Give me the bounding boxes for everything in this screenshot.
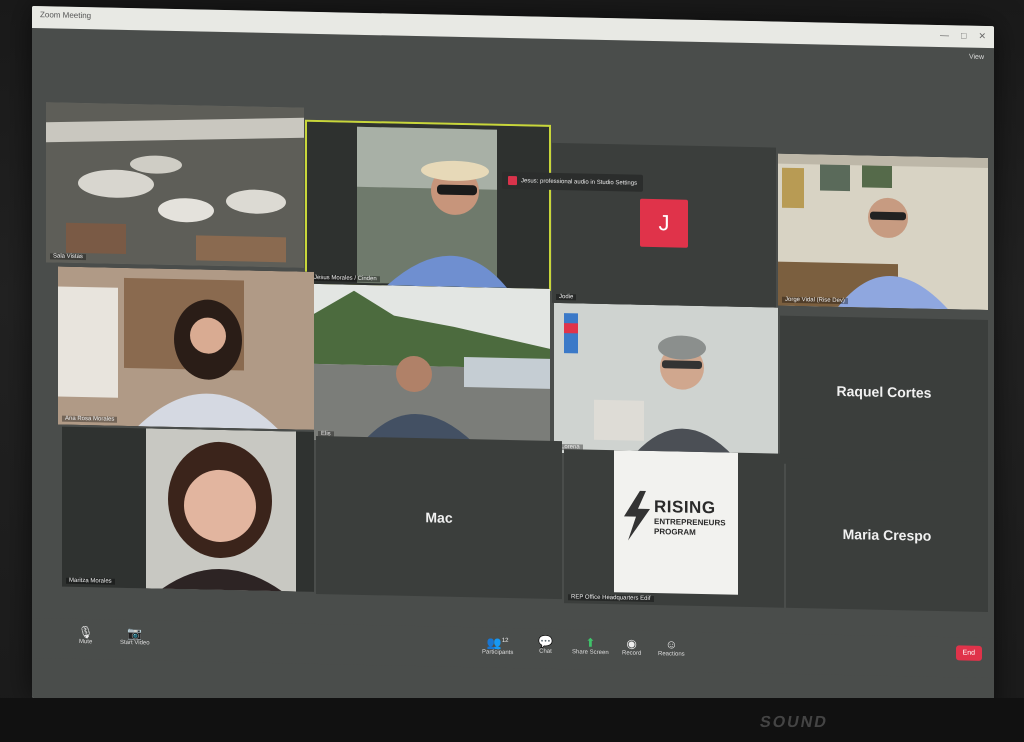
reactions-icon: ☺ [665,637,678,652]
mute-button[interactable]: 🎙 Mute [78,625,93,645]
speaker-video [307,121,549,289]
logo-line-2: ENTREPRENEURS PROGRAM [654,517,726,538]
lorena-video [554,302,778,458]
share-screen-icon: ⬆ [585,635,596,650]
app-icon [508,175,517,186]
restaurant-video [46,102,304,268]
participant-name-centered: Mac [425,509,453,526]
lightning-bolt-icon [624,490,650,541]
video-tile[interactable]: J Jodie [552,142,776,308]
video-tile[interactable]: Maritza Morales [62,426,314,592]
video-tile[interactable]: Sala Vistas [46,102,304,268]
chat-label: Chat [539,648,552,655]
video-label: Start Video [120,639,150,647]
participant-name-centered: Maria Crespo [842,525,932,544]
window-title: Zoom Meeting [40,10,92,21]
record-button[interactable]: ◉ Record [622,636,641,656]
video-tile[interactable]: Elis [314,283,550,445]
participant-name: Jodie [556,293,577,301]
participant-name: Sala Vistas [50,253,86,261]
chat-button[interactable]: 💬 Chat [538,635,553,655]
audio-notification[interactable]: Jesus: professional audio in Studio Sett… [502,171,644,192]
participant-name: Maritza Morales [66,577,115,585]
avatar: J [640,198,688,248]
participants-count: 12 [501,637,509,644]
reactions-button[interactable]: ☺ Reactions [658,637,685,658]
video-tile[interactable]: Ana Rosa Morales [58,266,314,430]
close-button[interactable]: ✕ [978,31,986,42]
view-button[interactable]: View [969,54,984,61]
meeting-area: View Sala Vistas Jesus Morales / Cinden … [32,28,994,719]
video-tile[interactable]: Mac [316,435,562,600]
chat-icon: 💬 [538,634,553,649]
participants-label: Participants [482,649,514,657]
speaker-bar-label: SOUND [758,714,830,731]
video-tile[interactable]: Lorena [554,302,778,458]
projection-screen: Zoom Meeting — □ ✕ View Sala Vistas Jesu… [32,6,994,719]
record-icon: ◉ [626,636,637,651]
video-camera-icon: 📷 [127,625,143,641]
participant-name: REP Office Headquarters Edif [568,594,654,603]
maximize-button[interactable]: □ [961,30,966,41]
office-video [778,153,988,311]
microphone-icon: 🎙 [78,624,94,640]
record-label: Record [622,650,642,657]
video-tile[interactable]: Maria Crespo [786,457,988,613]
maritza-video [62,426,314,592]
video-tile[interactable]: RISING ENTREPRENEURS PROGRAM REP Office … [564,449,784,608]
start-video-button[interactable]: 📷 Start Video [120,625,150,647]
participants-button[interactable]: 👥12 Participants [482,633,514,657]
logo-line-1: RISING [654,497,716,518]
window-controls: — □ ✕ [940,30,986,42]
video-tile-active-speaker[interactable]: Jesus Morales / Cinden [305,119,551,291]
minimize-button[interactable]: — [940,30,949,41]
end-meeting-button[interactable]: End [955,645,982,661]
share-label: Share Screen [572,649,609,657]
mute-label: Mute [78,638,93,646]
participant-name-centered: Raquel Cortes [836,382,932,401]
video-tile[interactable]: Raquel Cortes [780,315,988,469]
logo-line-3-text: PROGRAM [654,527,696,537]
meeting-toolbar: 🎙 Mute 📷 Start Video 👥12 Participants 💬 … [32,618,994,679]
rising-entrepreneurs-logo: RISING ENTREPRENEURS PROGRAM [614,450,738,595]
home-video [58,266,314,430]
participants-icon: 👥12 [486,635,509,650]
screen-frame-bottom: SOUND [0,698,1024,742]
coast-video [314,283,550,445]
video-tile[interactable]: Jorge Vidal (Rise Dev) [778,153,988,311]
participant-name: Ana Rosa Morales [62,415,118,423]
notification-text: Jesus: professional audio in Studio Sett… [521,177,638,187]
reactions-label: Reactions [658,651,685,658]
share-screen-button[interactable]: ⬆ Share Screen [572,635,609,656]
